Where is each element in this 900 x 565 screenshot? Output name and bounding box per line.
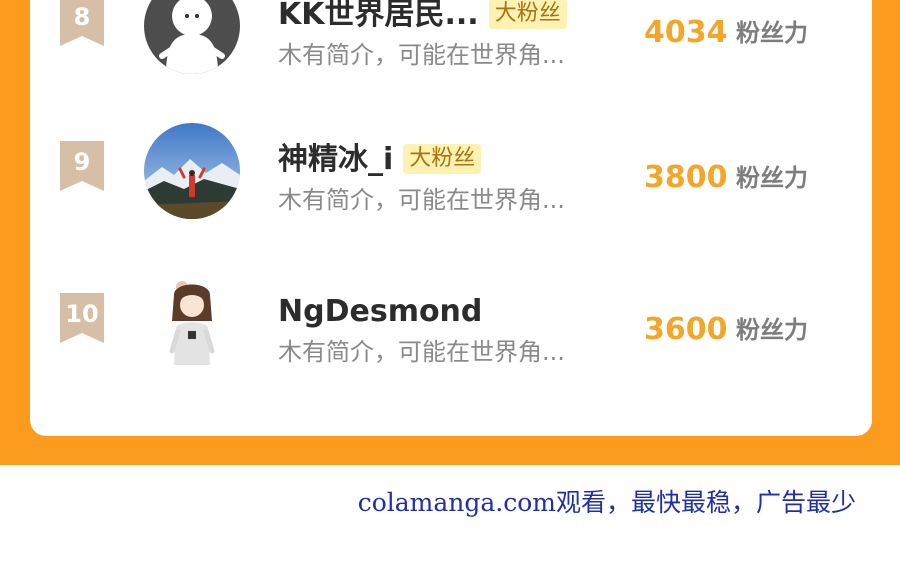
rank-badge: 9 bbox=[60, 141, 104, 191]
anime-girl-icon bbox=[169, 281, 215, 365]
user-name-text: NgDesmond bbox=[278, 294, 483, 329]
fan-score: 3800 bbox=[644, 160, 728, 195]
fan-score-unit: 粉丝力 bbox=[736, 164, 808, 192]
ghost-figure-icon bbox=[159, 0, 225, 74]
rank-number: 9 bbox=[73, 148, 91, 176]
leaderboard-card: 8 KK世界居民... 大粉丝 木有简介，可能在世界角... 4034 粉丝力 9 bbox=[30, 0, 872, 436]
watermark-text: colamanga.com观看，最快最稳，广告最少 bbox=[357, 488, 856, 517]
user-name[interactable]: 神精冰_i 大粉丝 bbox=[278, 141, 482, 179]
fan-score: 3600 bbox=[644, 312, 728, 347]
avatar[interactable] bbox=[144, 0, 240, 74]
rank-badge: 10 bbox=[60, 293, 104, 343]
user-name[interactable]: NgDesmond bbox=[278, 293, 482, 331]
fan-score-unit: 粉丝力 bbox=[736, 316, 808, 344]
leaderboard-row[interactable]: 10 NgDesmond 木有简介，可能在世界角... 3600 粉丝力 bbox=[30, 245, 872, 385]
fan-level-badge: 大粉丝 bbox=[403, 144, 482, 174]
leaderboard-row[interactable]: 9 神精冰_i 大粉丝 木有简介，可能在世界角... 3800 粉丝力 bbox=[30, 93, 872, 233]
rank-number: 10 bbox=[65, 300, 99, 328]
avatar[interactable] bbox=[144, 123, 240, 219]
avatar[interactable] bbox=[144, 275, 240, 371]
fan-score-unit: 粉丝力 bbox=[736, 19, 808, 47]
user-name-text: KK世界居民... bbox=[278, 0, 479, 32]
rank-number: 8 bbox=[73, 3, 91, 31]
rank-badge: 8 bbox=[60, 0, 104, 46]
user-name[interactable]: KK世界居民... 大粉丝 bbox=[278, 0, 567, 34]
user-bio: 木有简介，可能在世界角... bbox=[278, 41, 565, 69]
user-name-text: 神精冰_i bbox=[278, 142, 394, 177]
fan-score: 4034 bbox=[644, 15, 728, 50]
user-bio: 木有简介，可能在世界角... bbox=[278, 338, 565, 366]
mountain-photo-icon bbox=[144, 123, 240, 219]
user-bio: 木有简介，可能在世界角... bbox=[278, 186, 565, 214]
fan-level-badge: 大粉丝 bbox=[488, 0, 567, 29]
leaderboard-row[interactable]: 8 KK世界居民... 大粉丝 木有简介，可能在世界角... 4034 粉丝力 bbox=[30, 0, 872, 88]
